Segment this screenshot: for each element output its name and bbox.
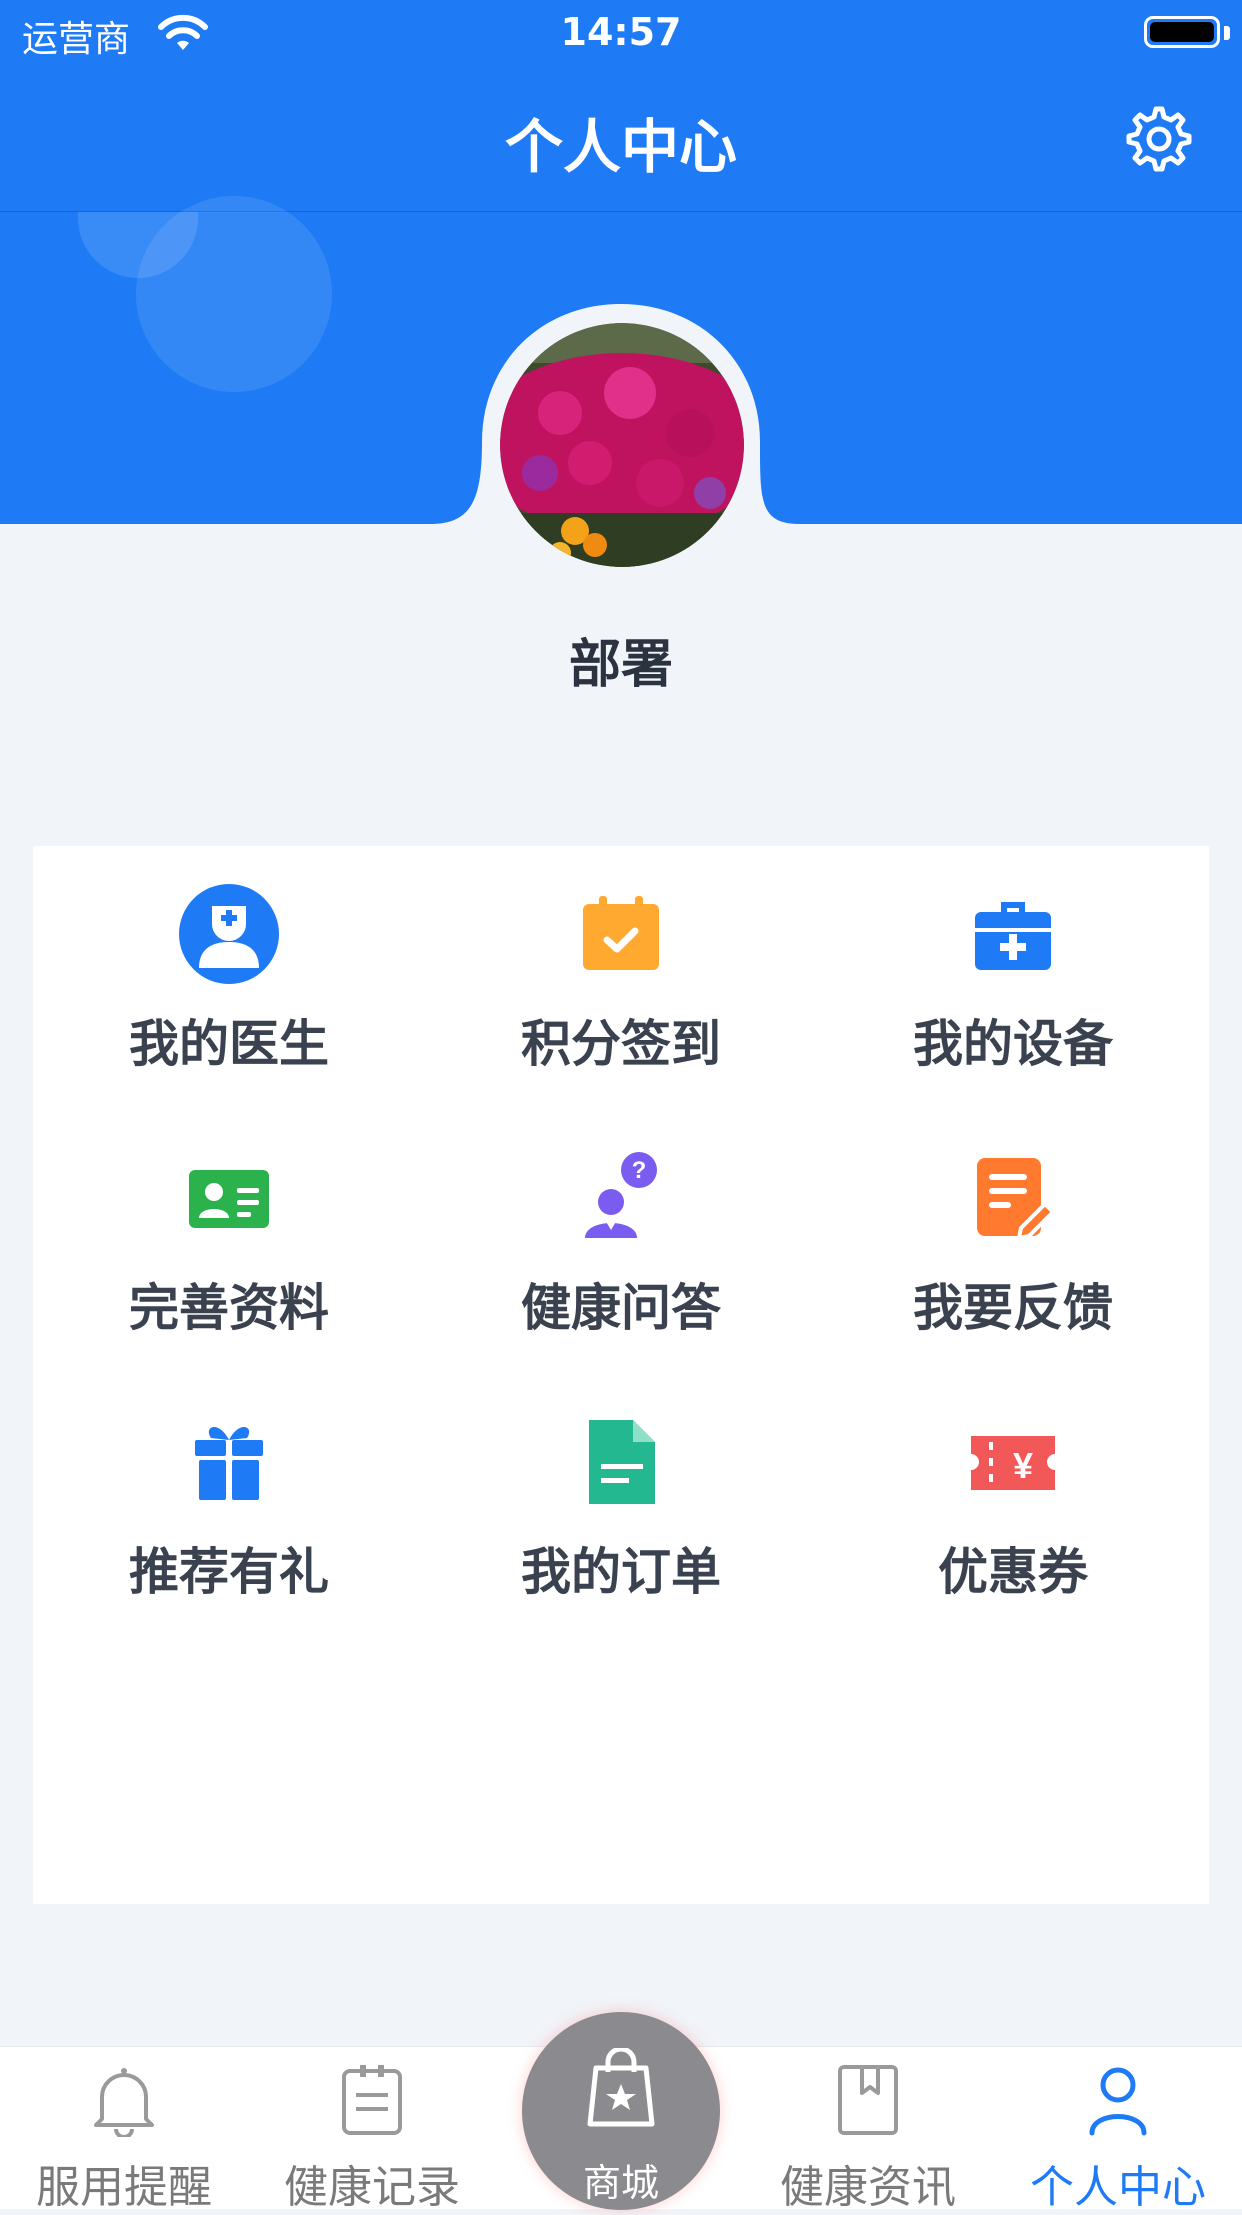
user-name[interactable]: 部署 xyxy=(0,622,1242,697)
order-document-icon xyxy=(589,1420,655,1504)
svg-text:¥: ¥ xyxy=(1013,1445,1033,1486)
tab-mall[interactable]: 商城 xyxy=(522,2012,720,2210)
tab-label: 服用提醒 xyxy=(36,2162,212,2213)
tab-label: 个人中心 xyxy=(1030,2162,1206,2213)
page-title: 个人中心 xyxy=(504,113,737,181)
menu-item-label: 我的订单 xyxy=(521,1543,721,1601)
bell-icon xyxy=(94,2068,154,2137)
svg-text:?: ? xyxy=(632,1157,647,1184)
menu-item-my-device[interactable]: 我的设备 xyxy=(817,846,1209,1110)
gift-icon xyxy=(195,1426,263,1500)
menu-item-label: 我的设备 xyxy=(913,1015,1113,1073)
tab-medication-reminder[interactable]: 服用提醒 xyxy=(0,2047,248,2213)
tab-label: 健康记录 xyxy=(284,2162,460,2213)
menu-item-health-qa[interactable]: ? 健康问答 xyxy=(425,1110,817,1374)
question-user-icon: ? xyxy=(585,1152,657,1238)
tab-health-records[interactable]: 健康记录 xyxy=(248,2047,496,2213)
menu-item-label: 积分签到 xyxy=(521,1015,721,1073)
menu-item-label: 推荐有礼 xyxy=(129,1543,329,1601)
menu-item-feedback[interactable]: 我要反馈 xyxy=(817,1110,1209,1374)
menu-item-label: 我的医生 xyxy=(129,1015,329,1073)
tab-label: 商城 xyxy=(582,2161,659,2205)
status-bar: 运营商 14:57 xyxy=(0,0,1242,66)
avatar[interactable] xyxy=(500,323,744,567)
gear-icon[interactable] xyxy=(1124,104,1194,174)
doctor-icon xyxy=(179,884,279,984)
menu-item-label: 健康问答 xyxy=(521,1279,721,1337)
medical-kit-icon xyxy=(975,902,1051,970)
menu-item-referral[interactable]: 推荐有礼 xyxy=(33,1374,425,1638)
bookmark-book-icon xyxy=(838,2065,898,2135)
battery-tip xyxy=(1224,26,1230,40)
id-card-icon xyxy=(189,1170,269,1228)
clipboard-icon xyxy=(342,2065,402,2135)
menu-item-coupons[interactable]: ¥ 优惠券 xyxy=(817,1374,1209,1638)
user-icon xyxy=(1089,2067,1147,2136)
tab-health-news[interactable]: 健康资讯 xyxy=(744,2047,992,2213)
coupon-icon: ¥ xyxy=(971,1436,1055,1490)
menu-item-label: 我要反馈 xyxy=(913,1279,1113,1337)
menu-item-label: 优惠券 xyxy=(938,1543,1088,1601)
menu-item-my-orders[interactable]: 我的订单 xyxy=(425,1374,817,1638)
top-bar: 运营商 14:57 个人中心 xyxy=(0,0,1242,213)
menu-item-complete-profile[interactable]: 完善资料 xyxy=(33,1110,425,1374)
feedback-edit-icon xyxy=(977,1158,1056,1241)
menu-item-label: 完善资料 xyxy=(129,1279,329,1337)
feature-grid: 我的医生 积分签到 我的设备 完善资料 ? 健康问答 我要反馈 推荐有礼 我的订… xyxy=(33,846,1209,1904)
menu-item-checkin[interactable]: 积分签到 xyxy=(425,846,817,1110)
battery-icon xyxy=(1144,16,1220,48)
tab-personal-center[interactable]: 个人中心 xyxy=(994,2047,1242,2213)
decorative-bubble xyxy=(136,196,332,392)
tab-label: 健康资讯 xyxy=(780,2162,956,2213)
shopping-bag-icon xyxy=(587,2048,655,2127)
menu-item-my-doctor[interactable]: 我的医生 xyxy=(33,846,425,1110)
clock: 14:57 xyxy=(560,10,682,54)
calendar-check-icon xyxy=(583,896,659,970)
